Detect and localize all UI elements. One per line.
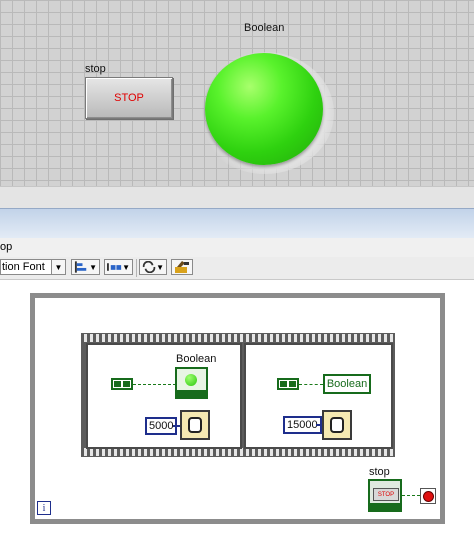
- block-diagram-titlebar: [0, 208, 474, 239]
- false-constant[interactable]: [277, 378, 299, 390]
- boolean-local-variable[interactable]: Boolean: [323, 374, 371, 394]
- tf-badge-icon: [177, 390, 206, 397]
- boolean-terminal-label: Boolean: [176, 353, 217, 365]
- distribute-objects-icon[interactable]: ▼: [104, 259, 133, 275]
- cleanup-diagram-icon[interactable]: [171, 259, 193, 275]
- font-dropdown-icon[interactable]: ▼: [51, 259, 66, 275]
- reorder-icon[interactable]: ▼: [139, 259, 167, 275]
- conditional-terminal[interactable]: [420, 488, 436, 504]
- front-panel-scroll-area: [0, 186, 474, 209]
- wait-ms-function-icon[interactable]: [180, 410, 210, 440]
- iteration-terminal[interactable]: i: [37, 501, 51, 515]
- boolean-wire[interactable]: [299, 384, 323, 386]
- toolbar-separator: [136, 259, 137, 277]
- boolean-led-terminal[interactable]: [175, 367, 208, 399]
- stop-if-true-icon: [422, 490, 434, 502]
- menu-bar: op: [0, 238, 474, 258]
- align-objects-icon[interactable]: ▼: [71, 259, 100, 275]
- boolean-wire[interactable]: [133, 384, 176, 386]
- stop-wire[interactable]: [402, 495, 420, 497]
- stop-button[interactable]: STOP: [85, 77, 173, 119]
- stop-label: stop: [85, 63, 106, 75]
- wait-ms-function-icon[interactable]: [322, 410, 352, 440]
- menu-item-operate[interactable]: op: [0, 241, 12, 253]
- stop-terminal-label: stop: [369, 466, 390, 478]
- true-constant[interactable]: [111, 378, 133, 390]
- stop-terminal-text: STOP: [373, 488, 399, 501]
- film-strip-bottom: [81, 448, 395, 456]
- led-icon: [185, 374, 197, 386]
- numeric-wire[interactable]: [173, 425, 180, 427]
- boolean-label: Boolean: [244, 22, 285, 34]
- boolean-led-indicator[interactable]: [205, 53, 323, 165]
- stop-button-terminal[interactable]: STOP: [368, 479, 402, 512]
- film-strip-top: [81, 334, 395, 342]
- tf-badge-icon: [370, 503, 400, 510]
